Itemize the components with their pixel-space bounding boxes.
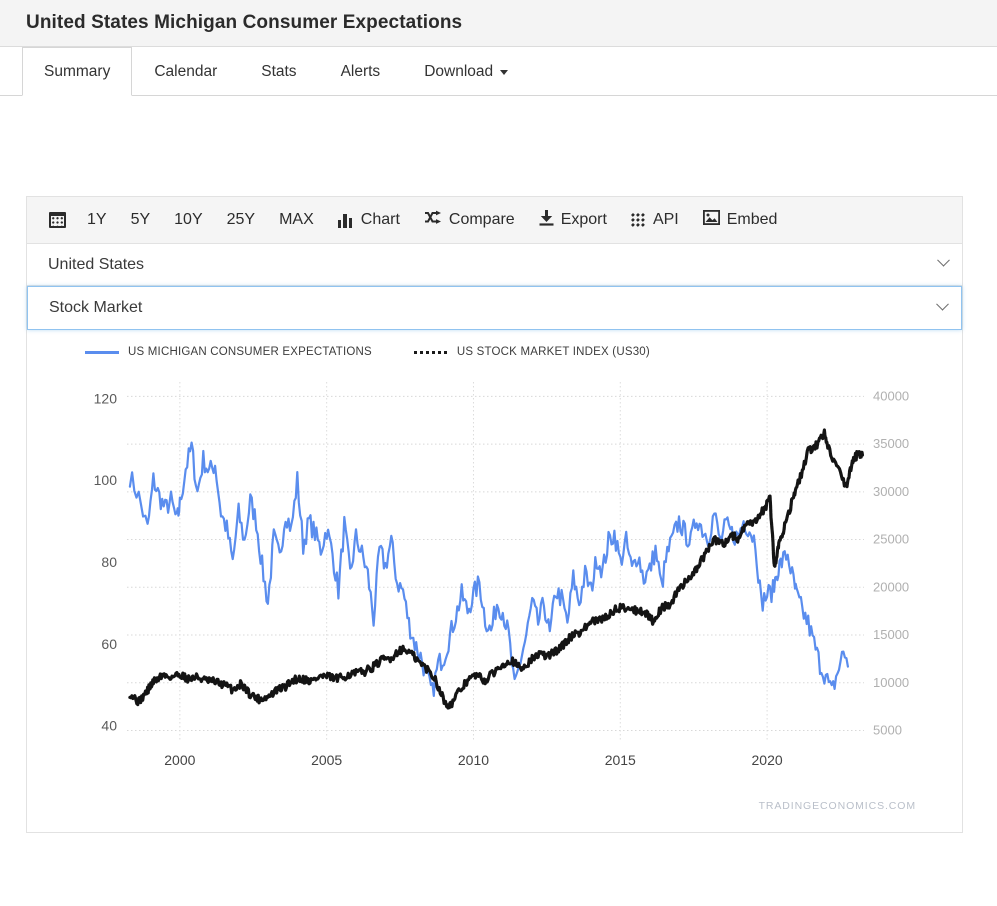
- api-button-label: API: [652, 211, 679, 228]
- range-5y-button[interactable]: 5Y: [120, 206, 162, 234]
- country-select-value: United States: [48, 255, 145, 273]
- svg-text:60: 60: [101, 636, 117, 652]
- range-5y-label: 5Y: [130, 211, 151, 228]
- chart-button-label: Chart: [360, 211, 400, 228]
- tab-summary-label: Summary: [44, 62, 111, 80]
- legend-label-us30: US STOCK MARKET INDEX (US30): [456, 346, 650, 358]
- svg-text:2000: 2000: [164, 752, 195, 768]
- svg-text:15000: 15000: [873, 627, 909, 642]
- tab-bar: Summary Calendar Stats Alerts Download: [0, 47, 997, 96]
- svg-text:25000: 25000: [873, 532, 909, 547]
- range-max-button[interactable]: MAX: [268, 206, 325, 234]
- tab-calendar[interactable]: Calendar: [132, 47, 239, 96]
- chevron-down-icon: [937, 253, 950, 267]
- range-1y-label: 1Y: [87, 211, 107, 228]
- range-10y-button[interactable]: 10Y: [163, 206, 213, 234]
- svg-text:2020: 2020: [752, 752, 783, 768]
- tab-alerts[interactable]: Alerts: [319, 47, 403, 96]
- legend-swatch-line-icon: [85, 350, 119, 354]
- svg-text:2005: 2005: [311, 752, 342, 768]
- embed-button-label: Embed: [726, 211, 778, 228]
- svg-text:10000: 10000: [873, 675, 909, 690]
- embed-button[interactable]: Embed: [692, 205, 789, 235]
- tab-download-label: Download: [424, 63, 494, 80]
- page-title: United States Michigan Consumer Expectat…: [26, 12, 463, 33]
- svg-text:40000: 40000: [873, 388, 909, 403]
- download-icon: [539, 209, 554, 231]
- country-select[interactable]: United States: [27, 244, 962, 286]
- legend-label-michigan: US MICHIGAN CONSUMER EXPECTATIONS: [128, 346, 372, 358]
- line-chart: 5000 10000 15000 20000 25000 30000 35000 40000 4…: [94, 382, 909, 768]
- svg-text:5000: 5000: [873, 723, 902, 738]
- calendar-button[interactable]: [41, 207, 74, 233]
- legend-item-michigan[interactable]: US MICHIGAN CONSUMER EXPECTATIONS: [85, 346, 372, 358]
- svg-text:2010: 2010: [458, 752, 489, 768]
- tab-calendar-label: Calendar: [154, 63, 218, 80]
- shuffle-icon: [424, 210, 442, 230]
- bar-chart-icon: [337, 213, 354, 228]
- chart-panel: 1Y 5Y 10Y 25Y MAX Chart Compare Export A…: [26, 196, 963, 833]
- image-icon: [702, 209, 720, 230]
- range-1y-button[interactable]: 1Y: [76, 206, 118, 234]
- api-button[interactable]: API: [620, 206, 690, 234]
- chart-toolbar: 1Y 5Y 10Y 25Y MAX Chart Compare Export A…: [27, 197, 962, 244]
- watermark: TRADINGECONOMICS.COM: [758, 800, 916, 812]
- tab-download[interactable]: Download: [402, 47, 530, 96]
- svg-text:120: 120: [94, 390, 118, 406]
- tab-stats[interactable]: Stats: [239, 47, 318, 96]
- compare-button-label: Compare: [448, 211, 515, 228]
- legend-swatch-dotted-icon: [413, 350, 448, 354]
- range-25y-label: 25Y: [226, 211, 256, 228]
- svg-text:35000: 35000: [873, 436, 909, 451]
- chart-button[interactable]: Chart: [327, 206, 411, 234]
- calendar-icon: [49, 212, 66, 228]
- range-max-label: MAX: [279, 211, 314, 228]
- tab-summary[interactable]: Summary: [22, 47, 133, 96]
- legend-item-us30[interactable]: US STOCK MARKET INDEX (US30): [413, 346, 650, 358]
- chart-legend: US MICHIGAN CONSUMER EXPECTATIONS US STO…: [27, 330, 962, 364]
- export-button-label: Export: [560, 211, 607, 228]
- compare-button[interactable]: Compare: [413, 205, 526, 235]
- indicator-select[interactable]: Stock Market: [27, 286, 962, 330]
- tab-alerts-label: Alerts: [340, 63, 381, 80]
- page-header: United States Michigan Consumer Expectat…: [0, 0, 997, 47]
- grid-dots-icon: [630, 212, 646, 228]
- chevron-down-icon: [936, 297, 949, 311]
- plot-area: 5000 10000 15000 20000 25000 30000 35000 40000 4…: [27, 364, 964, 834]
- svg-text:40: 40: [101, 718, 117, 734]
- chevron-down-icon: [500, 69, 509, 75]
- export-button[interactable]: Export: [528, 205, 618, 236]
- svg-text:100: 100: [94, 472, 118, 488]
- svg-text:30000: 30000: [873, 484, 909, 499]
- svg-text:80: 80: [101, 554, 117, 570]
- range-25y-button[interactable]: 25Y: [216, 206, 266, 234]
- indicator-select-value: Stock Market: [49, 299, 143, 316]
- range-10y-label: 10Y: [174, 211, 203, 228]
- svg-text:20000: 20000: [873, 579, 909, 594]
- tab-stats-label: Stats: [261, 63, 297, 80]
- svg-text:2015: 2015: [605, 752, 636, 768]
